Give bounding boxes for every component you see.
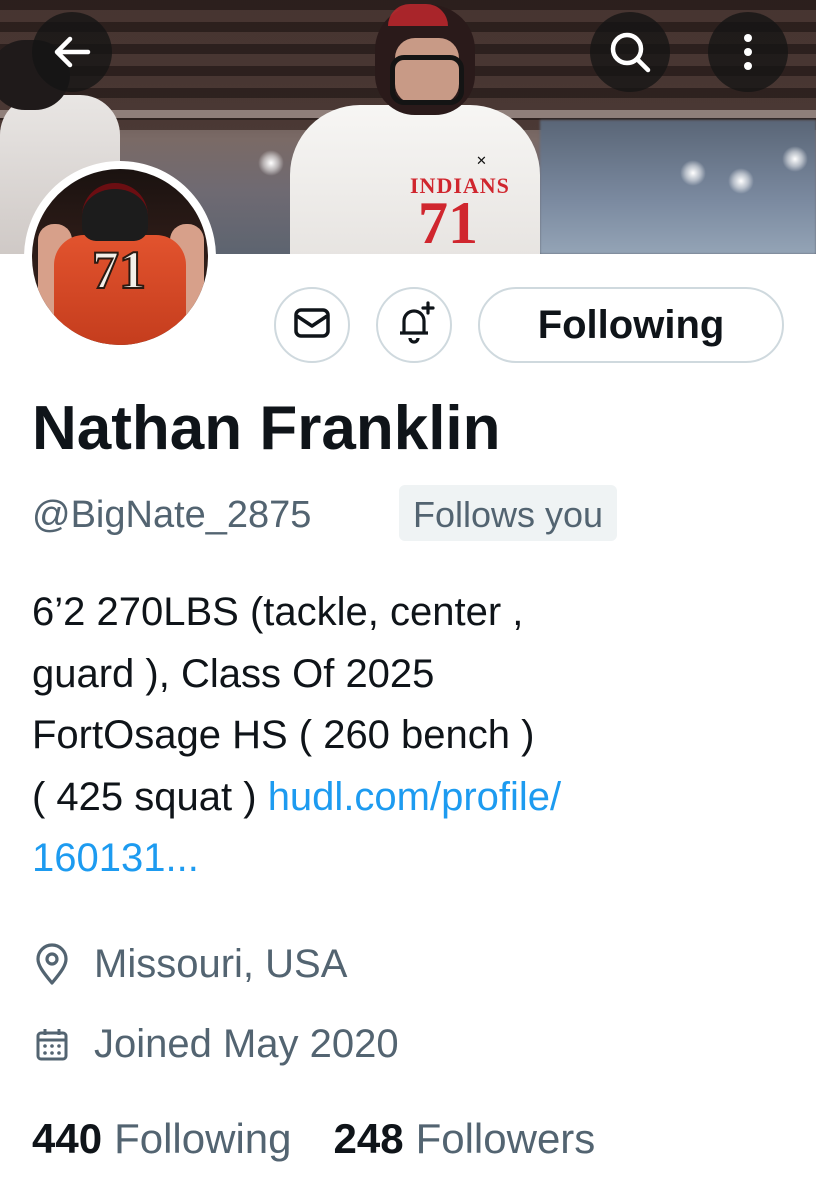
profile-avatar[interactable]: 71 bbox=[24, 161, 216, 353]
bio-line: guard ), Class Of 2025 bbox=[32, 651, 435, 696]
calendar-icon bbox=[32, 1023, 82, 1067]
bell-plus-icon bbox=[390, 299, 438, 352]
followers-stat[interactable]: 248 Followers bbox=[334, 1115, 596, 1163]
notifications-button[interactable] bbox=[376, 287, 452, 363]
search-button[interactable] bbox=[590, 12, 670, 92]
back-button[interactable] bbox=[32, 12, 112, 92]
profile-name: Nathan Franklin bbox=[32, 394, 501, 463]
bio-link-continued[interactable]: 160131... bbox=[32, 828, 792, 890]
bio-line: FortOsage HS ( 260 bench ) bbox=[32, 713, 535, 757]
banner-light bbox=[680, 160, 706, 186]
banner-jersey-number: 71 bbox=[418, 190, 478, 254]
following-count: 440 bbox=[32, 1115, 103, 1162]
profile-bio: 6’2 270LBS (tackle, center , guard ), Cl… bbox=[32, 582, 792, 890]
location-text: Missouri, USA bbox=[94, 942, 348, 986]
bio-link[interactable]: hudl.com/profile/ bbox=[268, 775, 561, 819]
avatar-jersey-number: 71 bbox=[91, 239, 147, 301]
banner-player: ✕ INDIANS 71 bbox=[290, 0, 540, 254]
envelope-icon bbox=[292, 305, 332, 346]
message-button[interactable] bbox=[274, 287, 350, 363]
profile-location: Missouri, USA bbox=[32, 942, 347, 987]
banner-crowd bbox=[540, 120, 816, 254]
followers-label: Followers bbox=[415, 1115, 596, 1162]
jersey-logo: ✕ bbox=[476, 153, 487, 168]
avatar-helmet bbox=[82, 183, 148, 241]
bio-line: 6’2 270LBS (tackle, center , bbox=[32, 590, 524, 634]
more-button[interactable] bbox=[708, 12, 788, 92]
banner-light bbox=[782, 146, 808, 172]
banner-light bbox=[728, 168, 754, 194]
location-pin-icon bbox=[32, 942, 82, 987]
following-stat[interactable]: 440 Following bbox=[32, 1115, 292, 1163]
followers-count: 248 bbox=[333, 1115, 404, 1162]
profile-joined: Joined May 2020 bbox=[32, 1022, 399, 1067]
follows-you-badge: Follows you bbox=[399, 485, 618, 541]
profile-handle: @BigNate_2875 bbox=[32, 494, 312, 536]
bio-line: ( 425 squat ) hudl.com/profile/ bbox=[32, 767, 792, 829]
more-vertical-icon bbox=[738, 30, 758, 74]
following-label: Following bbox=[114, 1115, 292, 1162]
bio-text: ( 425 squat ) bbox=[32, 774, 268, 819]
banner-light bbox=[258, 150, 284, 176]
follow-stats: 440 Following 248 Followers bbox=[32, 1115, 637, 1163]
joined-text: Joined May 2020 bbox=[94, 1022, 399, 1066]
following-button[interactable]: Following bbox=[478, 287, 784, 363]
search-icon bbox=[606, 28, 654, 76]
arrow-left-icon bbox=[50, 30, 94, 74]
